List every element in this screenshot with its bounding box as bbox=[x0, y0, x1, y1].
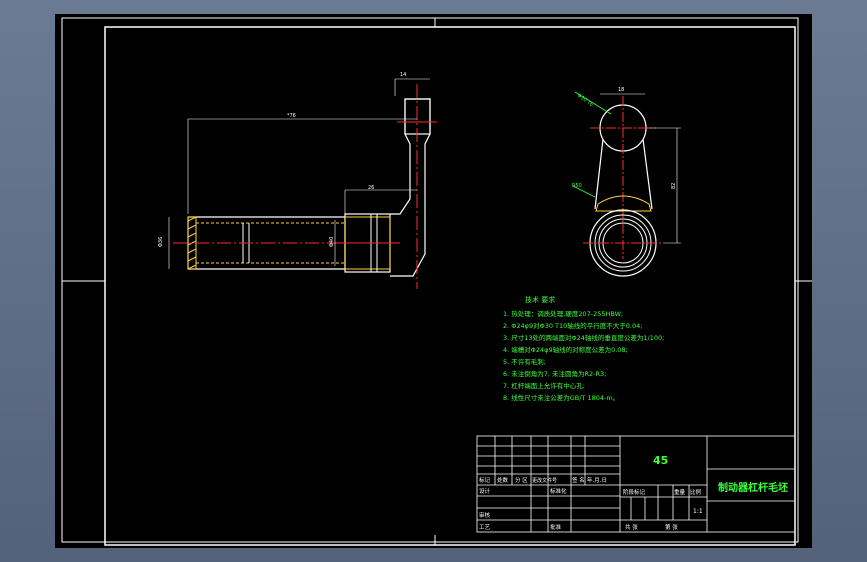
side-view: 18 82 Φ30 T6 R50 bbox=[572, 87, 681, 277]
technical-notes: 技术 要求 1. 热处理：调质处理,硬度207-255HBW; 2. Φ24φ9… bbox=[503, 295, 664, 402]
tb-weight: 重量 bbox=[674, 488, 686, 496]
tb-sign: 签 名 bbox=[572, 476, 585, 484]
hatch-line bbox=[187, 248, 197, 254]
tb-total: 共 张 bbox=[625, 523, 638, 531]
note-item-2: 2. Φ24φ9对Φ30 T10轴线的平行度不大于0.04; bbox=[503, 321, 642, 330]
dim-text-r: R50 bbox=[572, 183, 582, 189]
dim-text-tilt: Φ30 T6 bbox=[576, 93, 594, 108]
hatch-line bbox=[187, 224, 197, 230]
drawing-frame bbox=[104, 26, 796, 546]
notes-title: 技术 要求 bbox=[525, 295, 555, 304]
note-item-1: 1. 热处理：调质处理,硬度207-255HBW; bbox=[503, 309, 623, 318]
material-text: 45 bbox=[653, 454, 668, 467]
tb-date: 年.月.日 bbox=[587, 476, 607, 484]
tb-zone: 分 区 bbox=[515, 476, 528, 484]
dim-text-top: 14 bbox=[400, 72, 406, 78]
tb-stage: 阶段标记 bbox=[623, 488, 646, 496]
part-name-text: 制动器杠杆毛坯 bbox=[718, 481, 788, 494]
tb-design: 设计 bbox=[479, 487, 491, 495]
scale-text: 1:1 bbox=[693, 508, 703, 515]
hatch-line bbox=[187, 256, 197, 262]
dim-text-mid-dia: Φ40 bbox=[329, 237, 335, 247]
title-block-text: 45 制动器杠杆毛坯 1:1 标记 处数 分 区 更改文件号 签 名 年.月.日… bbox=[479, 454, 788, 531]
dim-text-long: *76 bbox=[287, 113, 296, 119]
front-view: *76 26 14 Φ36 Φ40 bbox=[158, 72, 437, 289]
cad-drawing: *76 26 14 Φ36 Φ40 18 82 Φ30 T6 R50 技术 要求… bbox=[61, 17, 812, 546]
dim-text-right-small: 18 bbox=[618, 87, 624, 93]
tb-approve: 批准 bbox=[550, 523, 562, 531]
tb-docno: 更改文件号 bbox=[532, 477, 557, 484]
note-item-8: 8. 线性尺寸未注公差为GB/T 1804-m。 bbox=[503, 393, 619, 402]
app-viewport: *76 26 14 Φ36 Φ40 18 82 Φ30 T6 R50 技术 要求… bbox=[0, 0, 867, 562]
drawing-canvas[interactable]: *76 26 14 Φ36 Φ40 18 82 Φ30 T6 R50 技术 要求… bbox=[55, 14, 812, 548]
tb-mark: 标记 bbox=[479, 476, 491, 484]
tb-sheet: 第 张 bbox=[665, 523, 678, 531]
arm-side-left bbox=[594, 138, 604, 210]
sheet-outer-border bbox=[61, 17, 799, 543]
dim-text-short: 26 bbox=[368, 185, 374, 191]
tb-review: 审核 bbox=[479, 511, 491, 519]
note-item-4: 4. 端槽对Φ24φ9轴线的对称度公差为0.08; bbox=[503, 345, 628, 354]
tb-count: 处数 bbox=[497, 476, 509, 484]
dim-text-right-height: 82 bbox=[671, 183, 677, 189]
tb-process: 工艺 bbox=[479, 524, 491, 531]
note-item-3: 3. 尺寸13处的两端面对Φ24轴线的垂直度公差为1/100; bbox=[503, 333, 664, 342]
note-item-7: 7. 杠杆端面上允许有中心孔; bbox=[503, 381, 585, 390]
arm-side-right bbox=[642, 138, 653, 210]
tb-std: 标准化 bbox=[550, 487, 567, 495]
lever-arm-outline bbox=[390, 98, 431, 277]
hatch-line bbox=[187, 232, 197, 238]
tb-ratio: 比例 bbox=[690, 488, 702, 496]
note-item-5: 5. 不许有毛刺; bbox=[503, 357, 546, 366]
note-item-6: 6. 未注倒角为7, 未注圆角为R2-R3; bbox=[503, 369, 606, 378]
dim-text-left-dia: Φ36 bbox=[158, 237, 164, 247]
